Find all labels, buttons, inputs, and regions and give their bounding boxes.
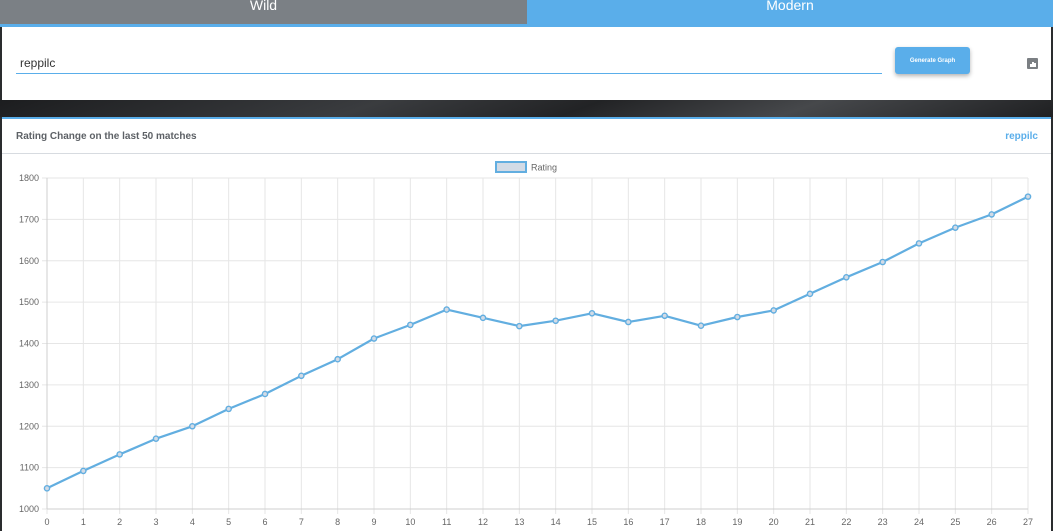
x-tick-label: 1 bbox=[81, 517, 86, 527]
x-tick-label: 23 bbox=[878, 517, 888, 527]
y-tick-label: 1200 bbox=[19, 421, 39, 431]
x-tick-label: 7 bbox=[299, 517, 304, 527]
chart-card: Rating Change on the last 50 matches rep… bbox=[2, 117, 1051, 531]
data-point bbox=[552, 317, 559, 325]
data-point bbox=[334, 355, 341, 363]
data-point bbox=[298, 372, 305, 380]
data-point bbox=[479, 314, 487, 322]
data-point bbox=[189, 422, 196, 430]
x-tick-label: 6 bbox=[262, 517, 267, 527]
x-tick-label: 10 bbox=[405, 517, 415, 527]
x-tick-label: 12 bbox=[478, 517, 488, 527]
data-point bbox=[516, 322, 523, 330]
x-tick-label: 21 bbox=[805, 517, 815, 527]
data-point bbox=[261, 390, 269, 398]
x-tick-label: 13 bbox=[514, 517, 524, 527]
x-tick-label: 25 bbox=[950, 517, 960, 527]
tab-wild[interactable]: Wild bbox=[0, 0, 527, 27]
x-tick-label: 20 bbox=[769, 517, 779, 527]
y-tick-label: 1400 bbox=[19, 339, 39, 349]
x-tick-label: 4 bbox=[190, 517, 195, 527]
background-strip bbox=[0, 100, 1053, 117]
x-tick-label: 18 bbox=[696, 517, 706, 527]
y-tick-label: 1500 bbox=[19, 297, 39, 307]
x-tick-label: 16 bbox=[623, 517, 633, 527]
data-point bbox=[43, 485, 51, 492]
tab-wild-label: Wild bbox=[249, 0, 278, 13]
x-tick-label: 2 bbox=[117, 517, 122, 527]
data-point bbox=[443, 306, 450, 313]
data-point bbox=[1024, 193, 1032, 200]
data-point bbox=[625, 318, 632, 326]
bar-chart-icon[interactable] bbox=[1027, 58, 1038, 69]
y-tick-label: 1000 bbox=[19, 504, 39, 514]
x-tick-label: 5 bbox=[226, 517, 231, 527]
x-tick-label: 19 bbox=[732, 517, 742, 527]
data-point bbox=[770, 307, 777, 314]
data-point bbox=[843, 274, 850, 281]
legend-label: Rating bbox=[531, 163, 557, 173]
data-point bbox=[988, 211, 995, 218]
rating-series-line bbox=[46, 195, 1029, 490]
data-point bbox=[952, 224, 959, 231]
card-username-link[interactable]: reppilc bbox=[1005, 131, 1038, 142]
x-tick-label: 11 bbox=[442, 517, 451, 527]
username-input[interactable] bbox=[16, 53, 882, 74]
y-tick-label: 1600 bbox=[19, 256, 39, 266]
x-tick-label: 26 bbox=[987, 517, 997, 527]
x-tick-label: 27 bbox=[1023, 517, 1033, 527]
data-point bbox=[225, 405, 232, 413]
x-tick-label: 9 bbox=[371, 517, 376, 527]
y-tick-label: 1700 bbox=[19, 214, 39, 224]
rating-chart: 1000110012001300140015001600170018000 1 2 3… bbox=[19, 161, 1033, 527]
data-point bbox=[80, 467, 87, 475]
x-tick-label: 0 bbox=[44, 517, 49, 527]
generate-graph-button[interactable]: Generate Graph bbox=[895, 47, 970, 74]
data-point bbox=[116, 451, 123, 458]
x-tick-label: 14 bbox=[551, 517, 561, 527]
x-tick-label: 17 bbox=[660, 517, 670, 527]
data-point bbox=[879, 258, 886, 266]
data-point bbox=[152, 435, 160, 442]
data-point bbox=[697, 322, 705, 330]
card-title: Rating Change on the last 50 matches bbox=[16, 131, 197, 142]
legend-swatch bbox=[495, 161, 527, 173]
search-panel: Generate Graph bbox=[2, 27, 1051, 100]
tab-modern[interactable]: Modern bbox=[527, 0, 1053, 27]
x-tick-label: 24 bbox=[914, 517, 924, 527]
data-point bbox=[407, 321, 414, 329]
x-tick-label: 8 bbox=[335, 517, 340, 527]
y-tick-label: 1100 bbox=[20, 463, 39, 473]
tab-modern-label: Modern bbox=[766, 0, 814, 13]
data-point bbox=[806, 290, 814, 298]
data-point bbox=[370, 335, 378, 342]
x-tick-label: 22 bbox=[841, 517, 851, 527]
x-tick-label: 3 bbox=[153, 517, 158, 527]
data-point bbox=[734, 313, 741, 321]
data-point bbox=[915, 240, 923, 247]
mode-tabs: Wild Modern bbox=[0, 0, 1053, 27]
y-tick-label: 1800 bbox=[19, 173, 39, 183]
y-tick-label: 1300 bbox=[19, 380, 39, 390]
data-point bbox=[588, 309, 596, 317]
data-point bbox=[661, 312, 668, 320]
card-header: Rating Change on the last 50 matches rep… bbox=[2, 119, 1051, 154]
x-tick-label: 15 bbox=[587, 517, 597, 527]
